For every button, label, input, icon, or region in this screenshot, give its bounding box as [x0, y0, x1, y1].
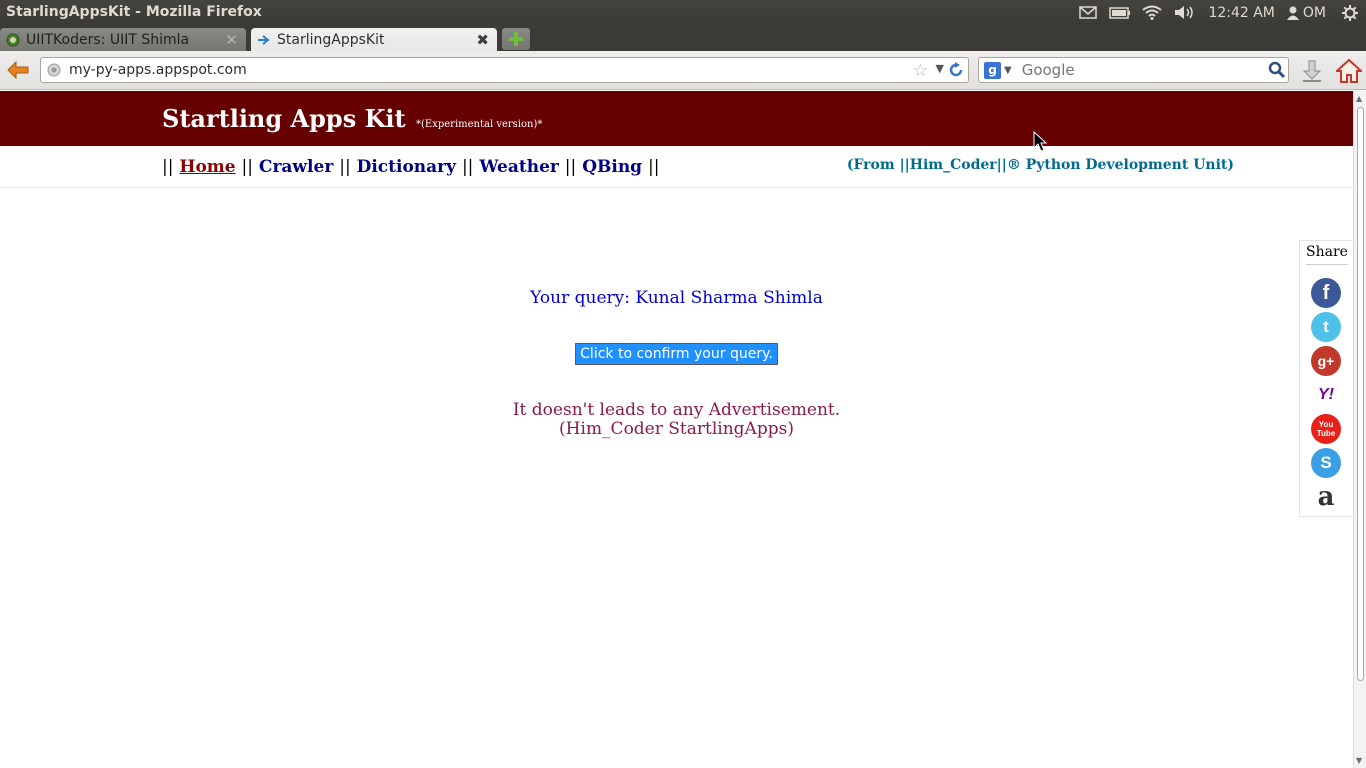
arrow-favicon-icon: [258, 35, 270, 45]
nav-separator: ||: [461, 157, 474, 177]
nav-link-weather[interactable]: Weather: [479, 157, 559, 177]
site-title-text: Startling Apps Kit: [162, 104, 406, 133]
tab-strip: UIITKoders: UIIT Shimla ✕ StarlingAppsKi…: [0, 25, 1366, 52]
tab-label: StarlingAppsKit: [277, 32, 385, 48]
user-icon: [1286, 6, 1299, 20]
os-top-bar: StarlingAppsKit - Mozilla Firefox 12:42 …: [0, 0, 1366, 25]
site-title: Startling Apps Kit *(Experimental versio…: [162, 104, 542, 133]
url-bar[interactable]: my-py-apps.appspot.com ☆ ▼: [40, 57, 969, 83]
nav-link-crawler[interactable]: Crawler: [259, 157, 333, 177]
mouse-cursor-icon: [1033, 131, 1047, 152]
nav-link-home[interactable]: Home: [179, 157, 235, 177]
close-tab-icon[interactable]: ✖: [476, 31, 489, 49]
back-arrow-icon: [7, 60, 29, 80]
url-text: my-py-apps.appspot.com: [69, 62, 247, 78]
window-title: StarlingAppsKit - Mozilla Firefox: [6, 4, 262, 20]
user-menu[interactable]: OM: [1283, 5, 1334, 21]
system-tray: 12:42 AM OM: [1072, 0, 1366, 25]
share-divider: [1306, 264, 1348, 265]
share-panel: Share f t g+ Y! You Tube S a: [1299, 240, 1353, 517]
back-button[interactable]: [4, 57, 32, 83]
history-dropdown-icon[interactable]: ▼: [936, 62, 944, 75]
web-page: Startling Apps Kit *(Experimental versio…: [0, 91, 1353, 768]
notice-line-2: (Him_Coder StartlingApps): [559, 419, 794, 439]
scroll-thumb[interactable]: [1357, 107, 1364, 681]
amazon-share-icon[interactable]: a: [1311, 482, 1341, 512]
settings-gear-icon[interactable]: [1334, 0, 1366, 25]
close-tab-icon[interactable]: ✕: [225, 31, 238, 49]
scroll-up-icon[interactable]: ▲: [1356, 94, 1362, 103]
site-favicon-icon: [6, 33, 20, 47]
youtube-share-icon[interactable]: You Tube: [1311, 414, 1341, 444]
vertical-scrollbar[interactable]: ▲ ▼: [1353, 91, 1366, 768]
notice: It doesn't leads to any Advertisement. (…: [0, 401, 1353, 439]
site-subtitle: *(Experimental version)*: [416, 119, 543, 130]
nav-separator: ||: [162, 157, 174, 177]
site-nav: || Home || Crawler || Dictionary || Weat…: [162, 157, 659, 177]
nav-separator: ||: [241, 157, 253, 177]
nav-separator: ||: [564, 157, 577, 177]
nav-separator: ||: [339, 157, 351, 177]
clock[interactable]: 12:42 AM: [1200, 5, 1282, 21]
mail-icon[interactable]: [1072, 0, 1104, 25]
engine-dropdown-icon[interactable]: ▼: [1004, 65, 1012, 76]
site-credit: (From ||Him_Coder||® Python Development …: [846, 157, 1234, 173]
user-name: OM: [1302, 4, 1326, 21]
search-input[interactable]: [1021, 61, 1262, 79]
reload-icon[interactable]: [947, 61, 965, 79]
nav-link-qbing[interactable]: QBing: [582, 157, 642, 177]
query-text: Your query: Kunal Sharma Shimla: [530, 288, 823, 308]
twitter-share-icon[interactable]: t: [1311, 312, 1341, 342]
notice-line-1: It doesn't leads to any Advertisement.: [512, 400, 841, 420]
battery-icon[interactable]: [1104, 0, 1136, 25]
volume-icon[interactable]: [1168, 0, 1200, 25]
search-bar[interactable]: g ▼: [978, 57, 1289, 83]
globe-icon: [47, 63, 61, 77]
search-icon[interactable]: [1268, 61, 1286, 79]
skype-share-icon[interactable]: S: [1311, 448, 1341, 478]
bookmark-star-icon[interactable]: ☆: [913, 61, 928, 81]
wifi-icon[interactable]: [1136, 0, 1168, 25]
home-icon[interactable]: [1336, 58, 1362, 84]
google-engine-icon[interactable]: g: [984, 61, 1001, 79]
facebook-share-icon[interactable]: f: [1311, 278, 1341, 308]
nav-link-dictionary[interactable]: Dictionary: [357, 157, 456, 177]
tab-uiitkoders[interactable]: UIITKoders: UIIT Shimla ✕: [0, 28, 246, 52]
new-tab-button[interactable]: [502, 28, 530, 50]
navigation-toolbar: my-py-apps.appspot.com ☆ ▼ g ▼: [0, 51, 1366, 90]
downloads-icon[interactable]: [1300, 59, 1324, 83]
tab-label: UIITKoders: UIIT Shimla: [26, 32, 190, 48]
tab-starlingappskit[interactable]: StarlingAppsKit ✖: [251, 28, 497, 52]
google-plus-share-icon[interactable]: g+: [1311, 346, 1341, 376]
plus-icon: [509, 32, 523, 46]
nav-separator: ||: [648, 157, 660, 177]
confirm-query-button[interactable]: Click to confirm your query.: [575, 343, 778, 365]
site-header: Startling Apps Kit *(Experimental versio…: [0, 91, 1353, 146]
yahoo-share-icon[interactable]: Y!: [1311, 380, 1341, 410]
share-label: Share: [1306, 244, 1348, 260]
nav-divider: [0, 187, 1353, 188]
scroll-down-icon[interactable]: ▼: [1356, 756, 1362, 765]
